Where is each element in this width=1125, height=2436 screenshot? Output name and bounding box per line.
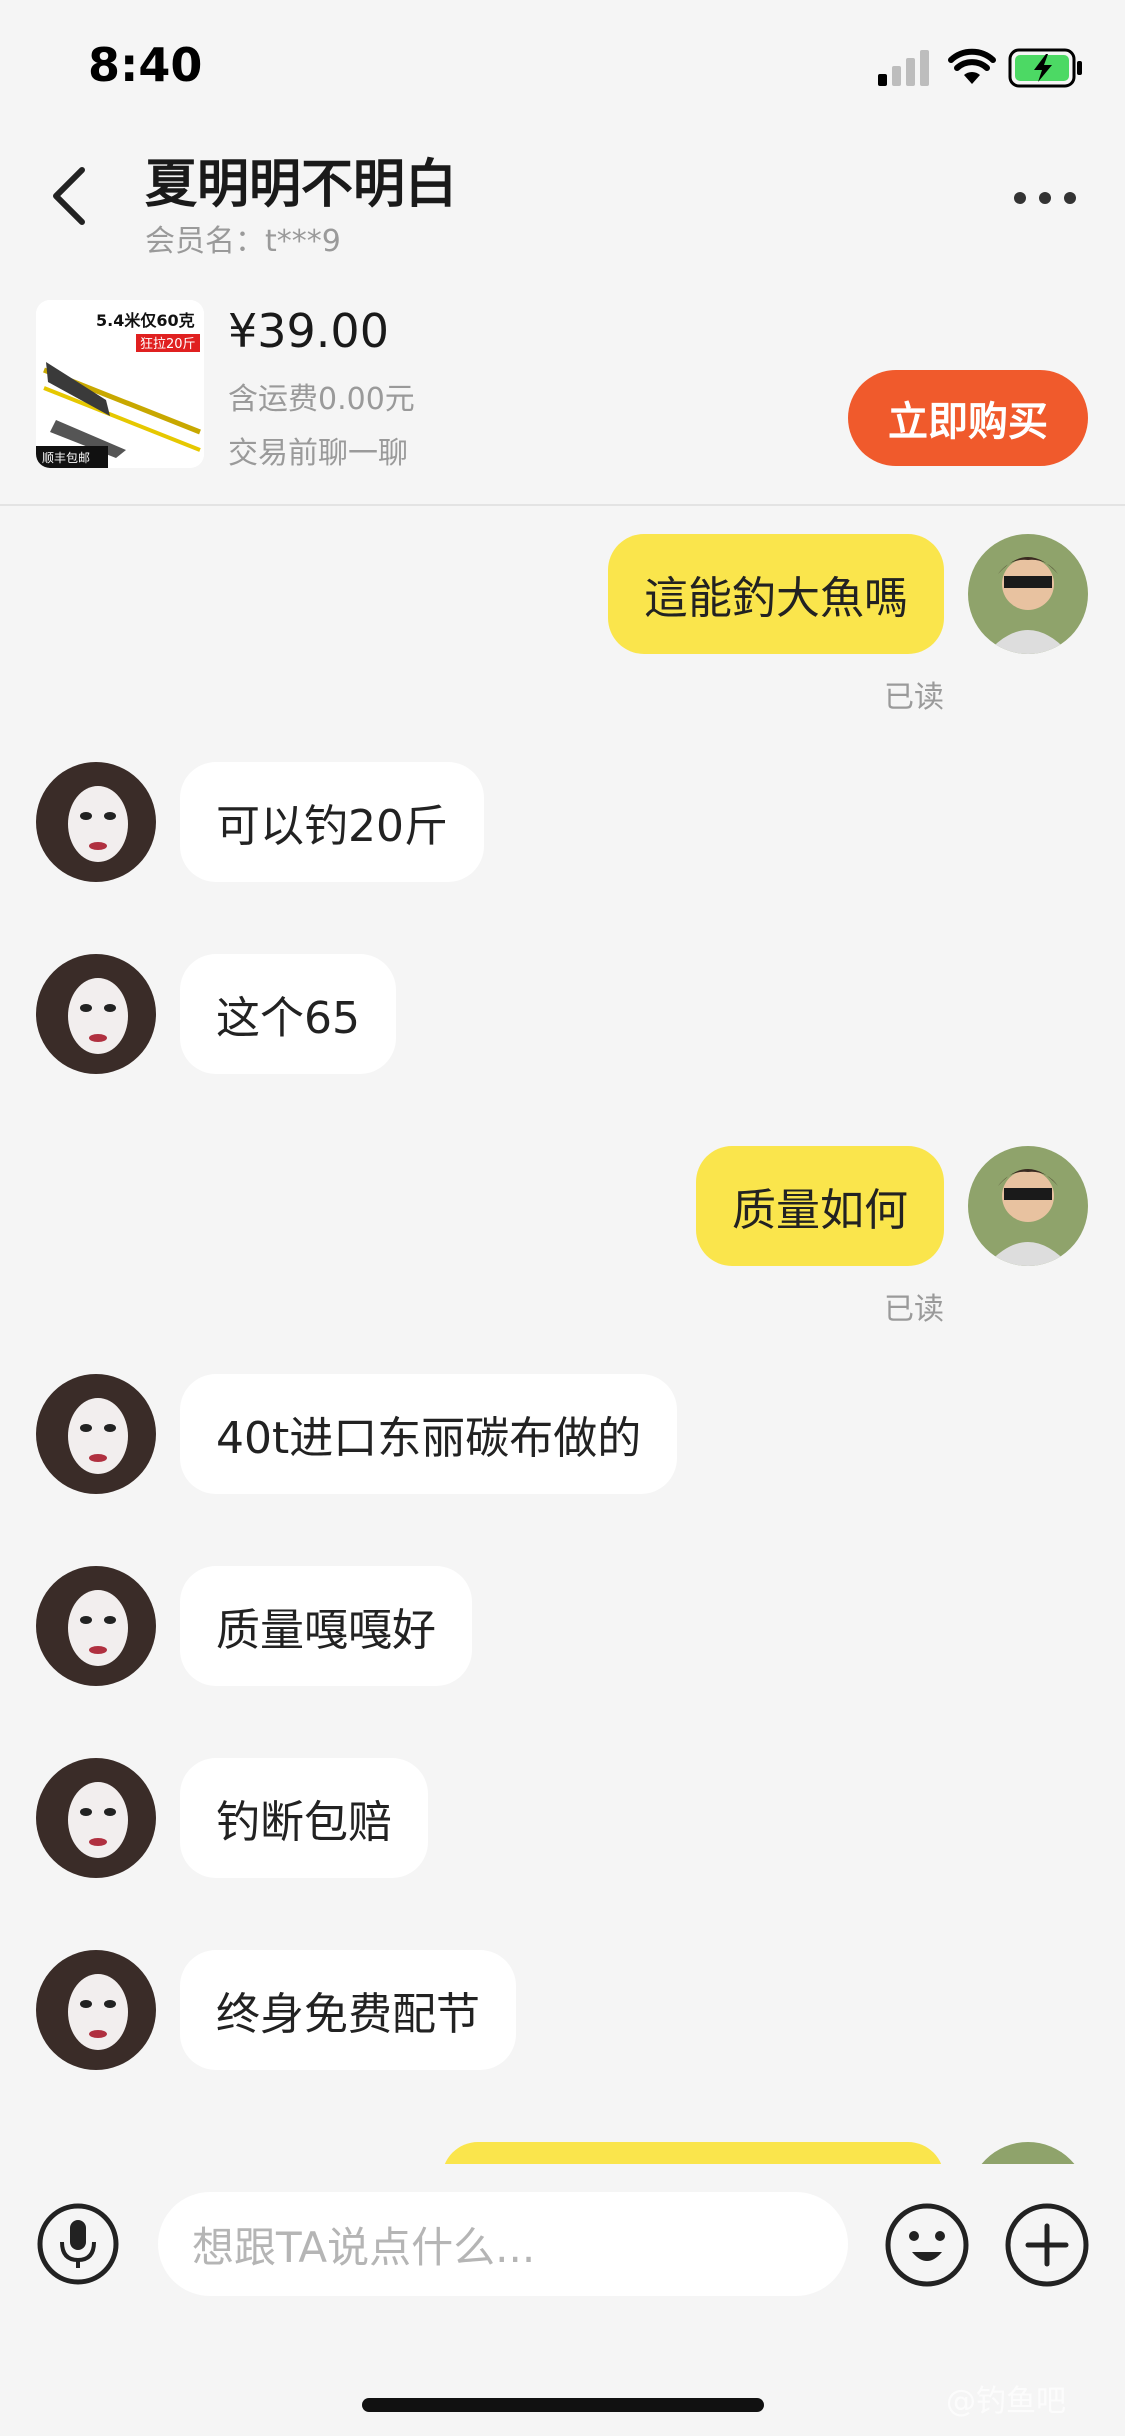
message-input[interactable]: 想跟TA说点什么... <box>158 2192 848 2296</box>
product-image-badge-text: 顺丰包邮 <box>42 451 90 465</box>
seller-avatar[interactable] <box>36 1758 156 1878</box>
signal-icon <box>878 50 929 86</box>
battery-charging-icon <box>1008 48 1082 88</box>
read-status: 已读 <box>884 1292 944 1327</box>
shipping-fee: 含运费0.00元 <box>228 382 415 417</box>
chat-hint: 交易前聊一聊 <box>228 436 408 471</box>
message-bubble-out[interactable]: 质量如何 <box>696 1146 944 1266</box>
plus-icon[interactable] <box>1004 2202 1090 2288</box>
seller-avatar[interactable] <box>36 762 156 882</box>
home-indicator[interactable] <box>362 2398 764 2412</box>
product-image-tag-text: 狂拉20斤 <box>140 337 196 352</box>
message-bubble-in[interactable]: 终身免费配节 <box>180 1950 516 2070</box>
seller-avatar[interactable] <box>36 1950 156 2070</box>
read-status: 已读 <box>884 680 944 715</box>
status-time: 8:40 <box>88 38 203 92</box>
watermark: @钓鱼吧 <box>946 2384 1066 2419</box>
my-avatar[interactable] <box>968 1146 1088 1266</box>
message-bubble-in[interactable]: 40t进口东丽碳布做的 <box>180 1374 678 1494</box>
buy-now-button[interactable]: 立即购买 <box>848 370 1088 466</box>
emoji-icon[interactable] <box>884 2202 970 2288</box>
product-image[interactable]: 5.4米仅60克 狂拉20斤 顺丰包邮 <box>36 300 204 468</box>
wifi-icon <box>948 48 996 84</box>
more-dots-icon[interactable] <box>1010 180 1080 216</box>
seller-avatar[interactable] <box>36 1566 156 1686</box>
message-bubble-out[interactable]: 這能釣大魚嗎 <box>608 534 944 654</box>
microphone-icon[interactable] <box>36 2202 120 2286</box>
seller-avatar[interactable] <box>36 1374 156 1494</box>
message-bubble-in[interactable]: 钓断包赔 <box>180 1758 428 1878</box>
message-bubble-in[interactable]: 可以钓20斤 <box>180 762 484 882</box>
seller-avatar[interactable] <box>36 954 156 1074</box>
member-name: 会员名：t***9 <box>145 224 341 259</box>
back-chevron-icon[interactable] <box>42 160 102 232</box>
status-bar: 8:40 <box>0 0 1125 132</box>
product-price: ¥39.00 <box>228 304 389 358</box>
product-image-main-text: 5.4米仅60克 <box>96 311 195 330</box>
message-bubble-in[interactable]: 这个65 <box>180 954 396 1074</box>
my-avatar[interactable] <box>968 534 1088 654</box>
message-bubble-in[interactable]: 质量嘎嘎好 <box>180 1566 472 1686</box>
page-title: 夏明明不明白 <box>145 155 458 215</box>
